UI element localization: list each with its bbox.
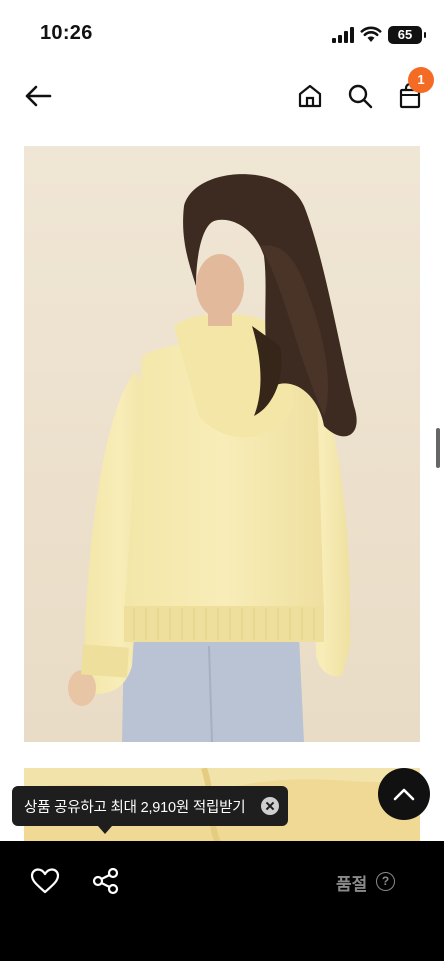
status-bar: 10:26 65 [0,0,444,64]
scroll-indicator[interactable] [436,428,440,468]
wifi-icon [360,26,382,42]
arrow-left-icon [25,85,52,107]
tooltip-arrow [98,826,112,834]
help-icon[interactable]: ? [376,872,395,891]
product-image[interactable] [24,146,420,742]
product-photo [24,146,420,742]
heart-icon[interactable] [30,867,60,895]
share-reward-tooltip[interactable]: 상품 공유하고 최대 2,910원 적립받기 [12,786,288,826]
top-nav [0,64,444,128]
status-time: 10:26 [40,22,93,44]
soldout-status-label: 품절 [336,875,368,895]
tooltip-text: 상품 공유하고 최대 2,910원 적립받기 [24,799,246,816]
scroll-to-top-button[interactable] [378,768,430,820]
back-button[interactable] [20,78,56,114]
battery-indicator: 65 [388,26,426,44]
signal-icon [332,27,354,43]
share-icon[interactable] [92,867,120,895]
search-icon [348,84,373,109]
search-button[interactable] [342,78,378,114]
chevron-up-icon [393,788,415,801]
cart-count-badge: 1 [408,67,434,93]
home-button[interactable] [292,78,328,114]
home-icon [298,84,322,108]
bottom-action-bar: 품절 ? [0,841,444,961]
close-circle-icon[interactable] [261,797,279,815]
